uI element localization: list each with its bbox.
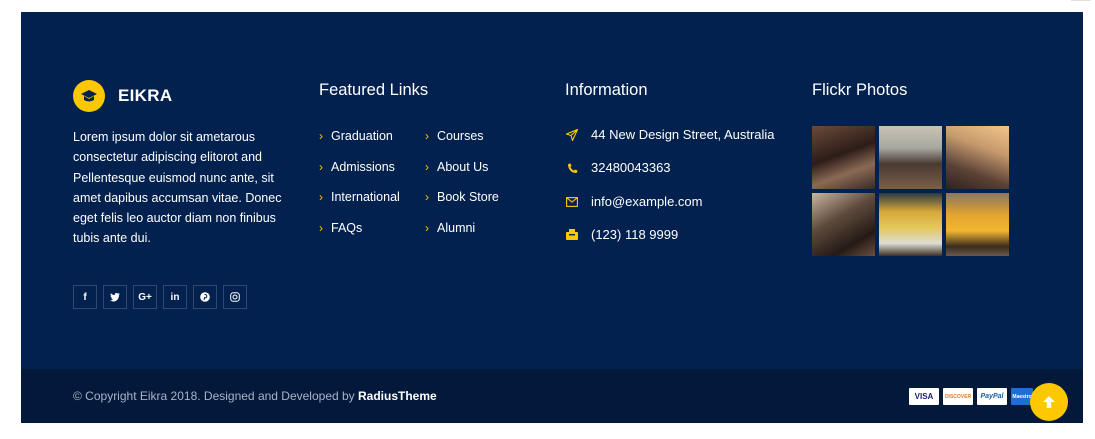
paper-plane-icon [565, 128, 579, 142]
info-fax: (123) 118 9999 [565, 227, 775, 260]
info-email: info@example.com [565, 194, 775, 227]
flickr-photo[interactable] [879, 126, 942, 189]
copyright-label: © Copyright Eikra 2018. Designed and Dev… [73, 389, 359, 403]
link-book-store[interactable]: › Book Store [425, 190, 499, 221]
link-about-us[interactable]: › About Us [425, 160, 499, 191]
info-address: 44 New Design Street, Australia [565, 127, 775, 160]
chevron-right-icon: › [319, 129, 323, 143]
footer-brand[interactable]: EIKRA [73, 80, 172, 112]
page-corner-line [1071, 0, 1091, 7]
phone-text[interactable]: 32480043363 [591, 160, 671, 175]
link-label: About Us [437, 159, 489, 174]
facebook-icon[interactable]: f [73, 285, 97, 309]
footer: EIKRA Lorem ipsum dolor sit ametarous co… [21, 12, 1083, 369]
link-graduation[interactable]: › Graduation [319, 129, 400, 160]
flickr-photo[interactable] [946, 193, 1009, 256]
link-label: Courses [437, 129, 484, 143]
link-alumni[interactable]: › Alumni [425, 221, 499, 252]
information-title: Information [565, 81, 648, 99]
phone-icon [565, 161, 579, 175]
fax-text: (123) 118 9999 [591, 226, 679, 242]
fax-icon [565, 228, 579, 242]
flickr-photo[interactable] [946, 126, 1009, 189]
visa-card-icon: VISA [909, 388, 939, 405]
discover-card-icon: DISCOVER [943, 388, 973, 405]
link-courses[interactable]: › Courses [425, 129, 499, 160]
arrow-up-icon [1043, 396, 1055, 408]
chevron-right-icon: › [425, 129, 429, 143]
scroll-to-top-button[interactable] [1030, 383, 1068, 421]
chevron-right-icon: › [425, 220, 429, 235]
flickr-photo[interactable] [879, 193, 942, 256]
developer-link[interactable]: RadiusTheme [358, 389, 437, 403]
instagram-icon[interactable] [223, 285, 247, 309]
chevron-right-icon: › [319, 190, 323, 204]
link-international[interactable]: › International [319, 190, 400, 221]
link-label: Graduation [331, 129, 393, 143]
footer-bottom-bar: © Copyright Eikra 2018. Designed and Dev… [21, 369, 1083, 423]
chevron-right-icon: › [425, 159, 429, 174]
link-label: FAQs [331, 220, 363, 235]
about-text: Lorem ipsum dolor sit ametarous consecte… [73, 130, 282, 246]
link-label: International [331, 190, 400, 204]
flickr-title: Flickr Photos [812, 81, 908, 99]
featured-links-title: Featured Links [319, 81, 429, 99]
link-label: Alumni [437, 220, 476, 235]
twitter-icon[interactable] [103, 285, 127, 309]
link-faqs[interactable]: › FAQs [319, 221, 400, 252]
information-list: 44 New Design Street, Australia 32480043… [565, 127, 775, 260]
envelope-icon [565, 195, 579, 209]
linkedin-icon[interactable]: in [163, 285, 187, 309]
chevron-right-icon: › [319, 220, 323, 235]
info-phone: 32480043363 [565, 160, 775, 193]
graduation-cap-icon [73, 80, 105, 112]
featured-links-col-2: › Courses › About Us › Book Store › Alumni [425, 129, 499, 251]
payment-methods: VISA DISCOVER PayPal Maestro [909, 388, 1033, 405]
link-label: Book Store [437, 190, 499, 204]
flickr-photo[interactable] [812, 193, 875, 256]
link-admissions[interactable]: › Admissions [319, 160, 400, 191]
copyright-text: © Copyright Eikra 2018. Designed and Dev… [73, 389, 437, 403]
social-links: f G+ in [73, 285, 247, 309]
google-plus-icon[interactable]: G+ [133, 285, 157, 309]
address-text: 44 New Design Street, Australia [591, 127, 775, 142]
brand-name: EIKRA [118, 86, 173, 105]
flickr-gallery [812, 126, 1009, 256]
email-text[interactable]: info@example.com [591, 194, 702, 209]
chevron-right-icon: › [319, 159, 323, 174]
featured-links-col-1: › Graduation › Admissions › International ›… [319, 129, 400, 251]
paypal-card-icon: PayPal [977, 388, 1007, 405]
chevron-right-icon: › [425, 190, 429, 204]
pinterest-icon[interactable] [193, 285, 217, 309]
link-label: Admissions [331, 159, 395, 174]
flickr-photo[interactable] [812, 126, 875, 189]
